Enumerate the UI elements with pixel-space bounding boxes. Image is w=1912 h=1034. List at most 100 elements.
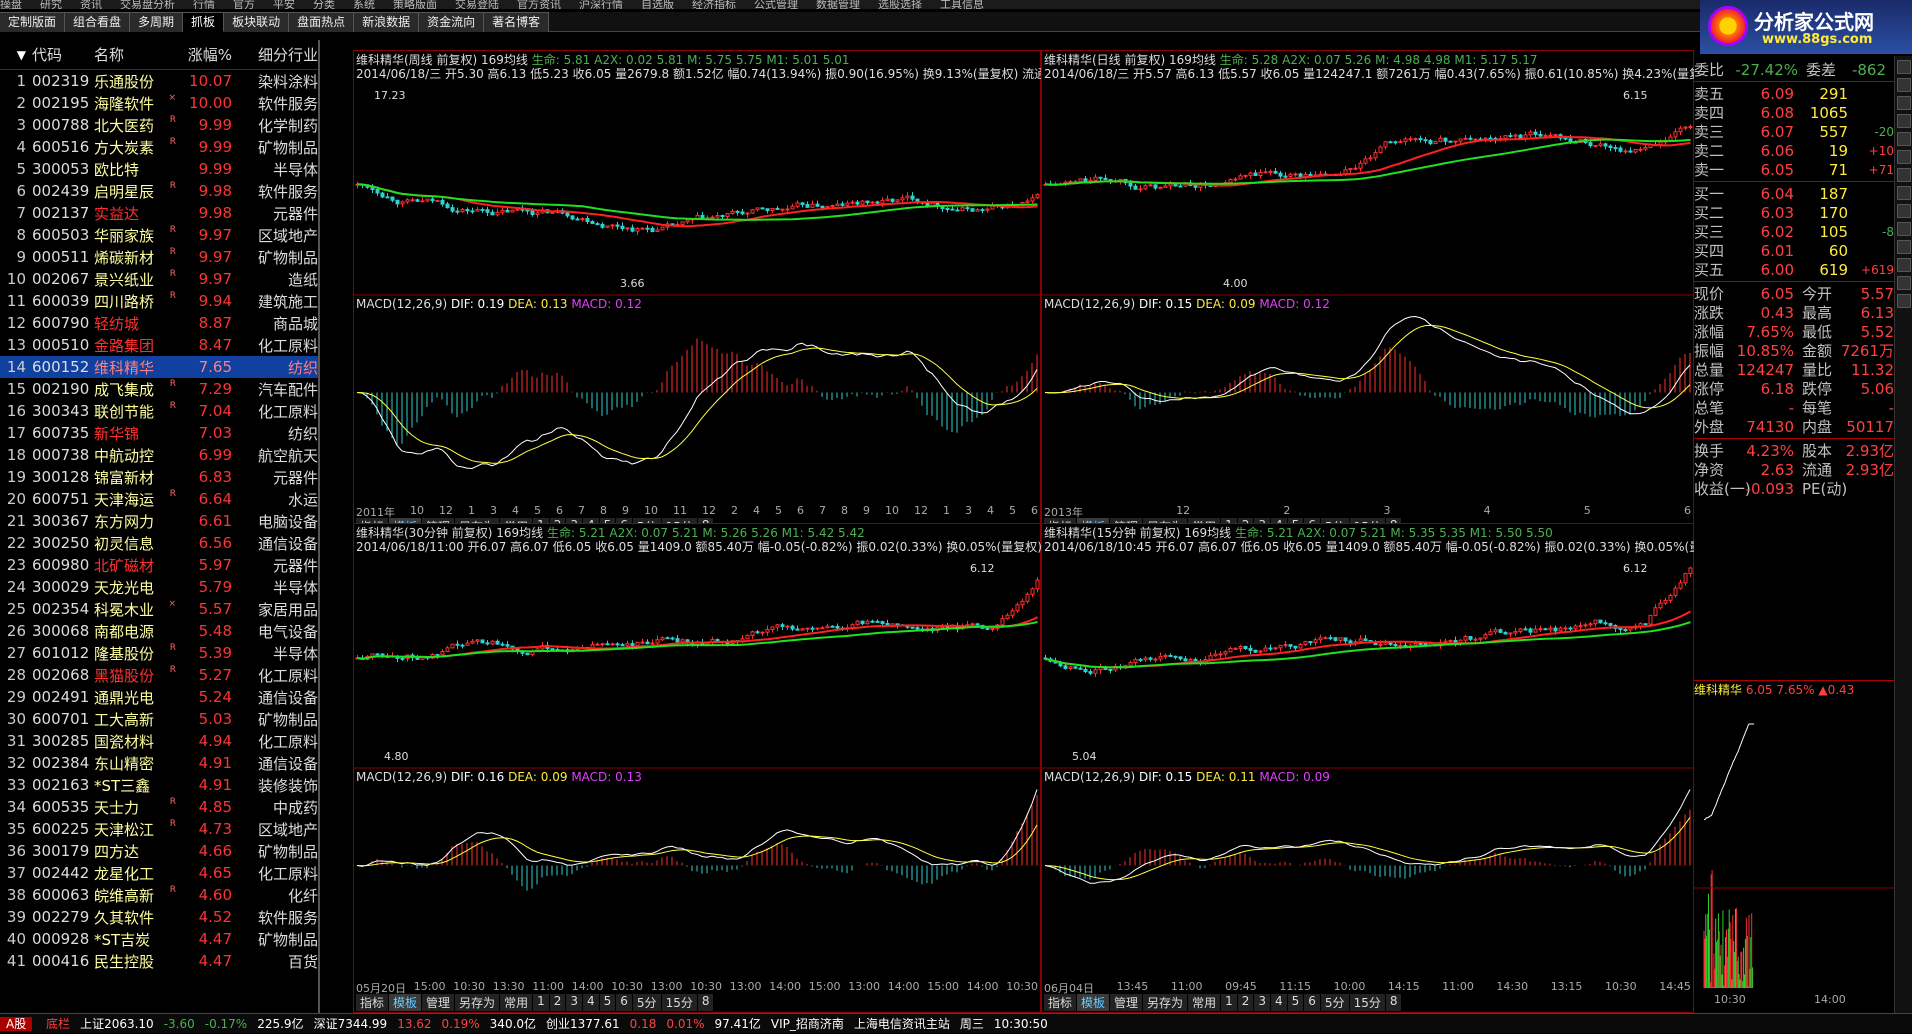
table-row[interactable]: 22 300250 初灵信息 6.56 通信设备 — [0, 532, 318, 554]
menu-item[interactable]: 选股选择 — [878, 0, 922, 9]
table-row[interactable]: 34 600535 天士力 R 4.85 中成药 — [0, 796, 318, 818]
tab-7[interactable]: 资金流向 — [419, 12, 485, 32]
table-row[interactable]: 10 002067 景兴纸业 R 9.97 造纸 — [0, 268, 318, 290]
control-button[interactable]: 15分 — [661, 994, 697, 1011]
table-row[interactable]: 20 600751 天津海运 R 6.64 水运 — [0, 488, 318, 510]
control-button[interactable]: 5 — [599, 994, 616, 1011]
table-row[interactable]: 2 002195 海隆软件 × 10.00 软件服务 — [0, 92, 318, 114]
table-row[interactable]: 9 000511 烯碳新材 R 9.97 矿物制品 — [0, 246, 318, 268]
control-button[interactable]: 3 — [1254, 994, 1270, 1011]
menu-item[interactable]: 官方资讯 — [517, 0, 561, 9]
control-button[interactable]: 6 — [616, 994, 632, 1011]
control-button[interactable]: 另存为 — [1143, 994, 1188, 1011]
table-row[interactable]: 32 002384 东山精密 4.91 通信设备 — [0, 752, 318, 774]
control-button[interactable]: 4 — [1271, 994, 1287, 1011]
table-row[interactable]: 19 300128 锦富新材 6.83 元器件 — [0, 466, 318, 488]
control-button[interactable]: 6 — [1304, 994, 1320, 1011]
table-row[interactable]: 40 000928 *ST吉炭 4.47 矿物制品 — [0, 928, 318, 950]
table-row[interactable]: 21 300367 东方网力 6.61 电脑设备 — [0, 510, 318, 532]
table-row[interactable]: 30 600701 工大高新 5.03 矿物制品 — [0, 708, 318, 730]
table-row[interactable]: 6 002439 启明星辰 R 9.98 软件服务 — [0, 180, 318, 202]
control-button[interactable]: 1 — [533, 994, 549, 1011]
menu-item[interactable]: 交易盘分析 — [120, 0, 175, 9]
toolbar-button-icon[interactable] — [1897, 78, 1911, 92]
table-row[interactable]: 4 600516 方大炭素 R 9.99 矿物制品 — [0, 136, 318, 158]
table-row[interactable]: 24 300029 天龙光电 5.79 半导体 — [0, 576, 318, 598]
table-row[interactable]: 35 600225 天津松江 R 4.73 区域地产 — [0, 818, 318, 840]
table-row[interactable]: 12 600790 轻纺城 8.87 商品城 — [0, 312, 318, 334]
toolbar-button-icon[interactable] — [1897, 240, 1911, 254]
chart-pane-3[interactable]: 维科精华(15分钟 前复权) 169均线 生命: 5.21 A2X: 0.07 … — [1041, 523, 1758, 1013]
table-row[interactable]: 11 600039 四川路桥 R 9.94 建筑施工 — [0, 290, 318, 312]
market-tab[interactable]: A股 — [0, 1017, 33, 1031]
control-button[interactable]: 1 — [1221, 994, 1237, 1011]
tab-2[interactable]: 多周期 — [130, 12, 184, 32]
control-button[interactable]: 模板 — [389, 994, 422, 1011]
control-button[interactable]: 8 — [697, 994, 714, 1011]
menu-item[interactable]: 资讯 — [80, 0, 102, 9]
toolbar-button-icon[interactable] — [1897, 186, 1911, 200]
toolbar-button-icon[interactable] — [1897, 60, 1911, 74]
menu-item[interactable]: 经济指标 — [692, 0, 736, 9]
menu-item[interactable]: 策略版面 — [393, 0, 437, 9]
table-row[interactable]: 3 000788 北大医药 R 9.99 化学制药 — [0, 114, 318, 136]
control-button[interactable]: 8 — [1385, 994, 1402, 1011]
col-industry[interactable]: 细分行业 — [232, 44, 318, 65]
tab-8[interactable]: 著名博客 — [484, 12, 550, 32]
table-row[interactable]: 16 300343 联创节能 R 7.04 化工原料 — [0, 400, 318, 422]
table-row[interactable]: 33 002163 *ST三鑫 4.91 装修装饰 — [0, 774, 318, 796]
table-row[interactable]: 26 300068 南都电源 5.48 电气设备 — [0, 620, 318, 642]
menu-item[interactable]: 自选版 — [641, 0, 674, 9]
chart-pane-0[interactable]: 维科精华(周线 前复权) 169均线 生命: 5.81 A2X: 0.02 5.… — [353, 50, 1085, 537]
table-row[interactable]: 27 601012 隆基股份 R 5.39 半导体 — [0, 642, 318, 664]
col-name[interactable]: 名称 — [94, 44, 176, 65]
toolbar-button-icon[interactable] — [1897, 222, 1911, 236]
sort-arrow-icon[interactable]: ▼ — [0, 48, 32, 62]
toolbar-button-icon[interactable] — [1897, 96, 1911, 110]
menu-item[interactable]: 工具信息 — [940, 0, 984, 9]
col-pct[interactable]: 涨幅% — [176, 44, 232, 65]
table-row[interactable]: 23 600980 北矿磁材 5.97 元器件 — [0, 554, 318, 576]
table-row[interactable]: 13 000510 金路集团 8.47 化工原料 — [0, 334, 318, 356]
menu-item[interactable]: 平安 — [273, 0, 295, 9]
menu-item[interactable]: 行情 — [193, 0, 215, 9]
table-row[interactable]: 18 000738 中航动控 6.99 航空航天 — [0, 444, 318, 466]
menu-item[interactable]: 数据管理 — [816, 0, 860, 9]
table-row[interactable]: 5 300053 欧比特 9.99 半导体 — [0, 158, 318, 180]
menu-item[interactable]: 系统 — [353, 0, 375, 9]
control-button[interactable]: 15分 — [1349, 994, 1385, 1011]
tab-0[interactable]: 定制版面 — [0, 12, 66, 32]
table-row[interactable]: 25 002354 科冕木业 × 5.57 家居用品 — [0, 598, 318, 620]
tab-3[interactable]: 抓板 — [183, 12, 225, 32]
menu-item[interactable]: 分类 — [313, 0, 335, 9]
control-button[interactable]: 5分 — [1320, 994, 1349, 1011]
table-row[interactable]: 37 002442 龙星化工 4.65 化工原料 — [0, 862, 318, 884]
table-row[interactable]: 41 000416 民生控股 4.47 百货 — [0, 950, 318, 972]
control-button[interactable]: 4 — [583, 994, 599, 1011]
control-button[interactable]: 常用 — [500, 994, 533, 1011]
tab-1[interactable]: 组合看盘 — [65, 12, 131, 32]
col-code[interactable]: 代码 — [32, 44, 94, 65]
chart-pane-2[interactable]: 维科精华(30分钟 前复权) 169均线 生命: 5.21 A2X: 0.07 … — [353, 523, 1108, 1013]
table-row[interactable]: 15 002190 成飞集成 R 7.29 汽车配件 — [0, 378, 318, 400]
toolbar-button-icon[interactable] — [1897, 114, 1911, 128]
menu-item[interactable]: 官方 — [233, 0, 255, 9]
kline-svg[interactable] — [354, 524, 1040, 1012]
chart-pane-1[interactable]: 维科精华(日线 前复权) 169均线 生命: 5.28 A2X: 0.07 5.… — [1041, 50, 1753, 537]
control-button[interactable]: 模板 — [1077, 994, 1110, 1011]
control-button[interactable]: 指标 — [356, 994, 389, 1011]
table-row[interactable]: 31 300285 国瓷材料 4.94 化工原料 — [0, 730, 318, 752]
control-button[interactable]: 3 — [566, 994, 582, 1011]
control-button[interactable]: 管理 — [422, 994, 455, 1011]
table-row[interactable]: 28 002068 黑猫股份 R 5.27 化工原料 — [0, 664, 318, 686]
table-row[interactable]: 14 600152 维科精华 7.65 纺织 — [0, 356, 318, 378]
control-button[interactable]: 2 — [549, 994, 566, 1011]
control-button[interactable]: 常用 — [1188, 994, 1221, 1011]
table-row[interactable]: 7 002137 实益达 9.98 元器件 — [0, 202, 318, 224]
toolbar-button-icon[interactable] — [1897, 276, 1911, 290]
table-row[interactable]: 36 300179 四方达 4.66 矿物制品 — [0, 840, 318, 862]
table-row[interactable]: 1 002319 乐通股份 10.07 染料涂料 — [0, 70, 318, 92]
table-row[interactable]: 17 600735 新华锦 7.03 纺织 — [0, 422, 318, 444]
table-row[interactable]: 8 600503 华丽家族 R 9.97 区域地产 — [0, 224, 318, 246]
toolbar-button-icon[interactable] — [1897, 258, 1911, 272]
